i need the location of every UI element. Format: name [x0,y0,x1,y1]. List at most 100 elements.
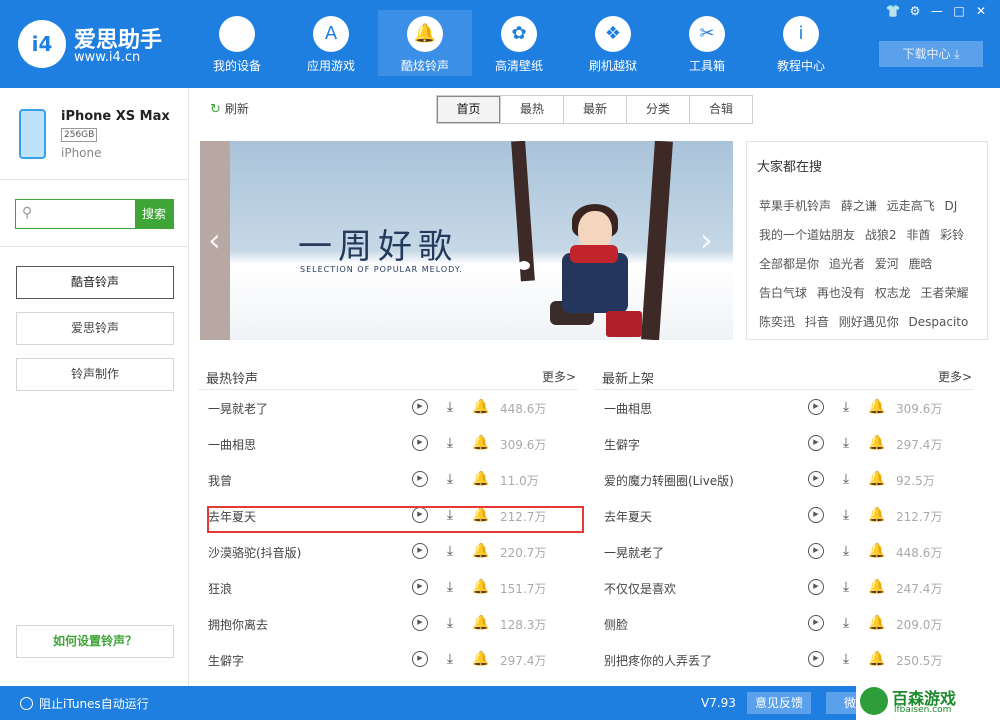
nav-app-store[interactable]: A 应用游戏 [284,10,378,76]
download-icon[interactable]: ⤓ [838,507,854,523]
ringtone-row[interactable]: 一曲相思 ▶ ⤓ 🔔 309.6万 [198,426,578,462]
ringtone-row[interactable]: 生僻字 ▶ ⤓ 🔔 297.4万 [198,642,578,678]
new-more-link[interactable]: 更多> [938,368,972,385]
ringtone-name[interactable]: 我曾 [208,472,232,489]
ringtone-row[interactable]: 生僻字 ▶ ⤓ 🔔 297.4万 [594,426,974,462]
hot-search-tag[interactable]: 非酋 [906,228,930,242]
search-button[interactable]: 搜索 [135,200,173,228]
ringtone-row[interactable]: 拥抱你离去 ▶ ⤓ 🔔 128.3万 [198,606,578,642]
set-ringtone-bell-icon[interactable]: 🔔 [868,507,885,523]
set-ringtone-bell-icon[interactable]: 🔔 [472,435,489,451]
ringtone-name[interactable]: 不仅仅是喜欢 [604,580,676,597]
nav-tools[interactable]: ✂ 工具箱 [660,10,754,76]
hot-search-tag[interactable]: 王者荣耀 [921,286,969,300]
ringtone-row[interactable]: 一晃就老了 ▶ ⤓ 🔔 448.6万 [198,390,578,426]
ringtone-name[interactable]: 去年夏天 [604,508,652,525]
ringtone-name[interactable]: 去年夏天 [208,508,256,525]
ringtone-name[interactable]: 一曲相思 [208,436,256,453]
ringtone-row[interactable]: 一晃就老了 ▶ ⤓ 🔔 448.6万 [594,534,974,570]
nav-bell[interactable]: 🔔 酷炫铃声 [378,10,472,76]
nav-flower[interactable]: ✿ 高清壁纸 [472,10,566,76]
play-icon[interactable]: ▶ [808,543,824,559]
hot-search-tag[interactable]: 再也没有 [817,286,865,300]
hot-search-tag[interactable]: 苹果手机铃声 [759,199,831,213]
set-ringtone-bell-icon[interactable]: 🔔 [472,579,489,595]
play-icon[interactable]: ▶ [412,471,428,487]
set-ringtone-bell-icon[interactable]: 🔔 [472,543,489,559]
download-icon[interactable]: ⤓ [442,651,458,667]
download-icon[interactable]: ⤓ [838,615,854,631]
download-icon[interactable]: ⤓ [442,435,458,451]
tab-newest[interactable]: 最新 [563,96,626,123]
ringtone-name[interactable]: 沙漠骆驼(抖音版) [208,544,301,561]
hot-search-tag[interactable]: 刚好遇见你 [839,315,899,329]
download-icon[interactable]: ⤓ [838,579,854,595]
ringtone-name[interactable]: 侧脸 [604,616,628,633]
ringtone-row[interactable]: 爱的魔力转圈圈(Live版) ▶ ⤓ 🔔 92.5万 [594,462,974,498]
next-arrow-icon[interactable]: › [700,221,713,259]
hot-search-tag[interactable]: DJ [945,199,958,213]
how-to-set-ringtone-button[interactable]: 如何设置铃声？ [16,625,174,658]
tab-hottest[interactable]: 最热 [500,96,563,123]
set-ringtone-bell-icon[interactable]: 🔔 [472,471,489,487]
download-icon[interactable]: ⤓ [838,543,854,559]
play-icon[interactable]: ▶ [808,471,824,487]
nav-dropbox[interactable]: ❖ 刷机越狱 [566,10,660,76]
play-icon[interactable]: ▶ [808,579,824,595]
play-icon[interactable]: ▶ [412,615,428,631]
ringtone-name[interactable]: 拥抱你离去 [208,616,268,633]
hot-search-tag[interactable]: Despacito [909,315,969,329]
hot-search-tag[interactable]: 抖音 [805,315,829,329]
set-ringtone-bell-icon[interactable]: 🔔 [868,615,885,631]
set-ringtone-bell-icon[interactable]: 🔔 [868,579,885,595]
block-itunes-toggle[interactable]: 阻止iTunes自动运行 [20,695,149,712]
hot-search-tag[interactable]: 远走高飞 [887,199,935,213]
prev-arrow-icon[interactable]: ‹ [208,221,221,259]
set-ringtone-bell-icon[interactable]: 🔔 [868,651,885,667]
play-icon[interactable]: ▶ [412,507,428,523]
ringtone-row[interactable]: 侧脸 ▶ ⤓ 🔔 209.0万 [594,606,974,642]
ringtone-name[interactable]: 别把疼你的人弄丢了 [604,652,712,669]
settings-icon[interactable]: ⚙ [904,4,926,18]
tab-collection[interactable]: 合辑 [689,96,752,123]
play-icon[interactable]: ▶ [412,651,428,667]
search-input[interactable] [42,202,132,226]
play-icon[interactable]: ▶ [412,399,428,415]
play-icon[interactable]: ▶ [412,579,428,595]
ringtone-row[interactable]: 一曲相思 ▶ ⤓ 🔔 309.6万 [594,390,974,426]
ringtone-row[interactable]: 沙漠骆驼(抖音版) ▶ ⤓ 🔔 220.7万 [198,534,578,570]
sidebar-item-kuyin[interactable]: 酷音铃声 [16,266,174,299]
download-icon[interactable]: ⤓ [838,399,854,415]
hot-search-tag[interactable]: 权志龙 [875,286,911,300]
hot-search-tag[interactable]: 全部都是你 [759,257,819,271]
hot-search-tag[interactable]: 追光者 [829,257,865,271]
nav-info[interactable]: i 教程中心 [754,10,848,76]
tab-home[interactable]: 首页 [437,96,500,123]
hot-search-tag[interactable]: 战狼2 [865,228,897,242]
hot-more-link[interactable]: 更多> [542,368,576,385]
play-icon[interactable]: ▶ [808,435,824,451]
ringtone-name[interactable]: 狂浪 [208,580,232,597]
download-icon[interactable]: ⤓ [838,651,854,667]
ringtone-name[interactable]: 一晃就老了 [208,400,268,417]
ringtone-row[interactable]: 我曾 ▶ ⤓ 🔔 11.0万 [198,462,578,498]
hot-search-tag[interactable]: 彩铃 [940,228,964,242]
play-icon[interactable]: ▶ [412,543,428,559]
download-icon[interactable]: ⤓ [442,471,458,487]
ringtone-row[interactable]: 去年夏天 ▶ ⤓ 🔔 212.7万 [594,498,974,534]
skin-icon[interactable]: 👕 [882,4,904,18]
hot-search-tag[interactable]: 我的一个道姑朋友 [759,228,855,242]
ringtone-name[interactable]: 一曲相思 [604,400,652,417]
set-ringtone-bell-icon[interactable]: 🔔 [472,399,489,415]
set-ringtone-bell-icon[interactable]: 🔔 [472,507,489,523]
maximize-icon[interactable]: □ [948,4,970,18]
set-ringtone-bell-icon[interactable]: 🔔 [868,543,885,559]
hot-search-tag[interactable]: 薛之谦 [841,199,877,213]
play-icon[interactable]: ▶ [808,615,824,631]
hot-search-tag[interactable]: 陈奕迅 [759,315,795,329]
sidebar-item-i4-ringtones[interactable]: 爱思铃声 [16,312,174,345]
play-icon[interactable]: ▶ [808,399,824,415]
play-icon[interactable]: ▶ [808,507,824,523]
tab-category[interactable]: 分类 [626,96,689,123]
download-icon[interactable]: ⤓ [442,543,458,559]
